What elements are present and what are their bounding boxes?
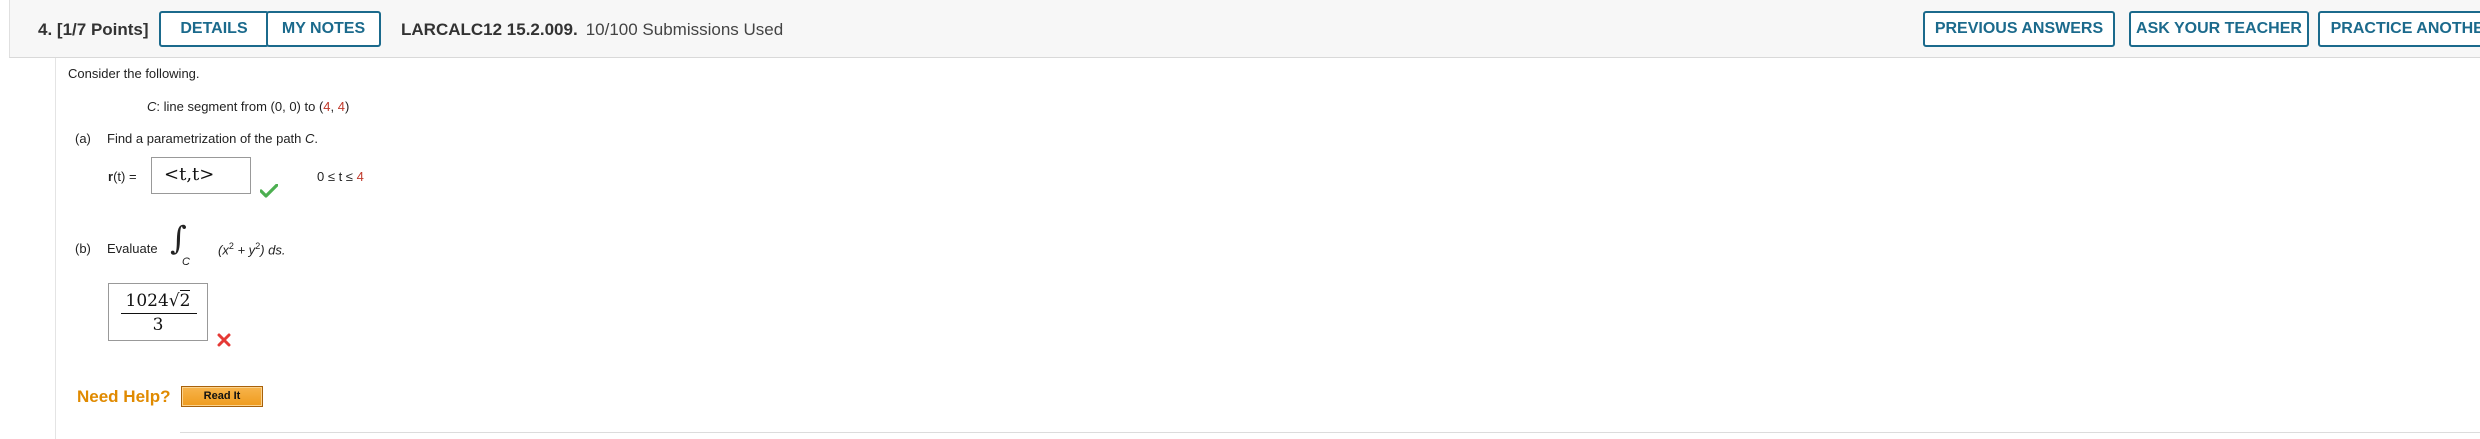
details-button[interactable]: DETAILS bbox=[159, 11, 269, 47]
practice-another-button[interactable]: PRACTICE ANOTHER bbox=[2318, 11, 2480, 47]
part-b-prompt: Evaluate bbox=[107, 241, 158, 256]
range-pre: 0 ≤ t ≤ bbox=[317, 169, 357, 184]
parameter-range: 0 ≤ t ≤ 4 bbox=[317, 169, 364, 184]
radical-sign-icon: √ bbox=[168, 291, 180, 311]
part-b-answer-box[interactable]: 1024√2 3 bbox=[108, 283, 208, 341]
question-number-value: 4. bbox=[38, 20, 53, 39]
part-a-prompt-var: C bbox=[305, 131, 315, 146]
question-number: 4. [1/7 Points] bbox=[38, 20, 149, 40]
integrand-mid: + y bbox=[233, 242, 256, 258]
integrand-pre: (x bbox=[218, 242, 229, 258]
r-of-t-label: r(t) = bbox=[108, 169, 137, 184]
answer-numerator: 1024√2 bbox=[109, 290, 207, 311]
curve-end-y: 4 bbox=[337, 99, 345, 114]
problem-intro: Consider the following. bbox=[68, 66, 200, 81]
part-b-label: (b) bbox=[75, 241, 91, 256]
submissions-used: 10/100 Submissions Used bbox=[585, 20, 784, 39]
curve-close: ) bbox=[345, 99, 350, 114]
integral-subscript: C bbox=[182, 256, 190, 268]
curve-name: C bbox=[147, 99, 157, 114]
content-left-border bbox=[55, 58, 56, 439]
part-a-answer-box[interactable]: <t,t> bbox=[151, 157, 251, 194]
curve-definition: C: line segment from (0, 0) to (4, 4) bbox=[147, 99, 349, 114]
part-a-prompt-post: . bbox=[314, 131, 319, 146]
curve-end-x: 4 bbox=[323, 99, 331, 114]
range-value: 4 bbox=[356, 169, 364, 184]
question-points: [1/7 Points] bbox=[56, 20, 149, 39]
assignment-code: LARCALC12 15.2.009. bbox=[401, 20, 578, 39]
part-a-answer: <t,t> bbox=[164, 164, 215, 185]
integrand-post: ) ds. bbox=[260, 242, 286, 258]
curve-sep: , bbox=[330, 99, 338, 114]
numerator-coefficient: 1024 bbox=[125, 291, 169, 311]
incorrect-x-icon bbox=[217, 333, 231, 347]
part-a-label: (a) bbox=[75, 131, 91, 146]
part-a-prompt-pre: Find a parametrization of the path bbox=[107, 131, 306, 146]
ask-your-teacher-button[interactable]: ASK YOUR TEACHER bbox=[2129, 11, 2309, 47]
integrand: (x2 + y2) ds. bbox=[218, 241, 286, 257]
radicand: 2 bbox=[179, 290, 191, 311]
correct-check-icon bbox=[260, 184, 278, 198]
need-help-label: Need Help? bbox=[77, 387, 171, 406]
integral-sign: ∫ bbox=[170, 219, 187, 257]
read-it-button[interactable]: Read It bbox=[181, 386, 263, 407]
bottom-divider bbox=[180, 432, 2480, 433]
part-a-prompt: Find a parametrization of the path C. bbox=[107, 131, 318, 146]
answer-denominator: 3 bbox=[152, 315, 164, 335]
previous-answers-button[interactable]: PREVIOUS ANSWERS bbox=[1923, 11, 2115, 47]
fraction-bar bbox=[121, 313, 197, 314]
curve-text: : line segment from (0, 0) to ( bbox=[156, 99, 324, 114]
my-notes-button[interactable]: MY NOTES bbox=[266, 11, 381, 47]
r-rest: (t) = bbox=[113, 169, 137, 184]
assignment-info: LARCALC12 15.2.009. 10/100 Submissions Us… bbox=[401, 20, 783, 40]
